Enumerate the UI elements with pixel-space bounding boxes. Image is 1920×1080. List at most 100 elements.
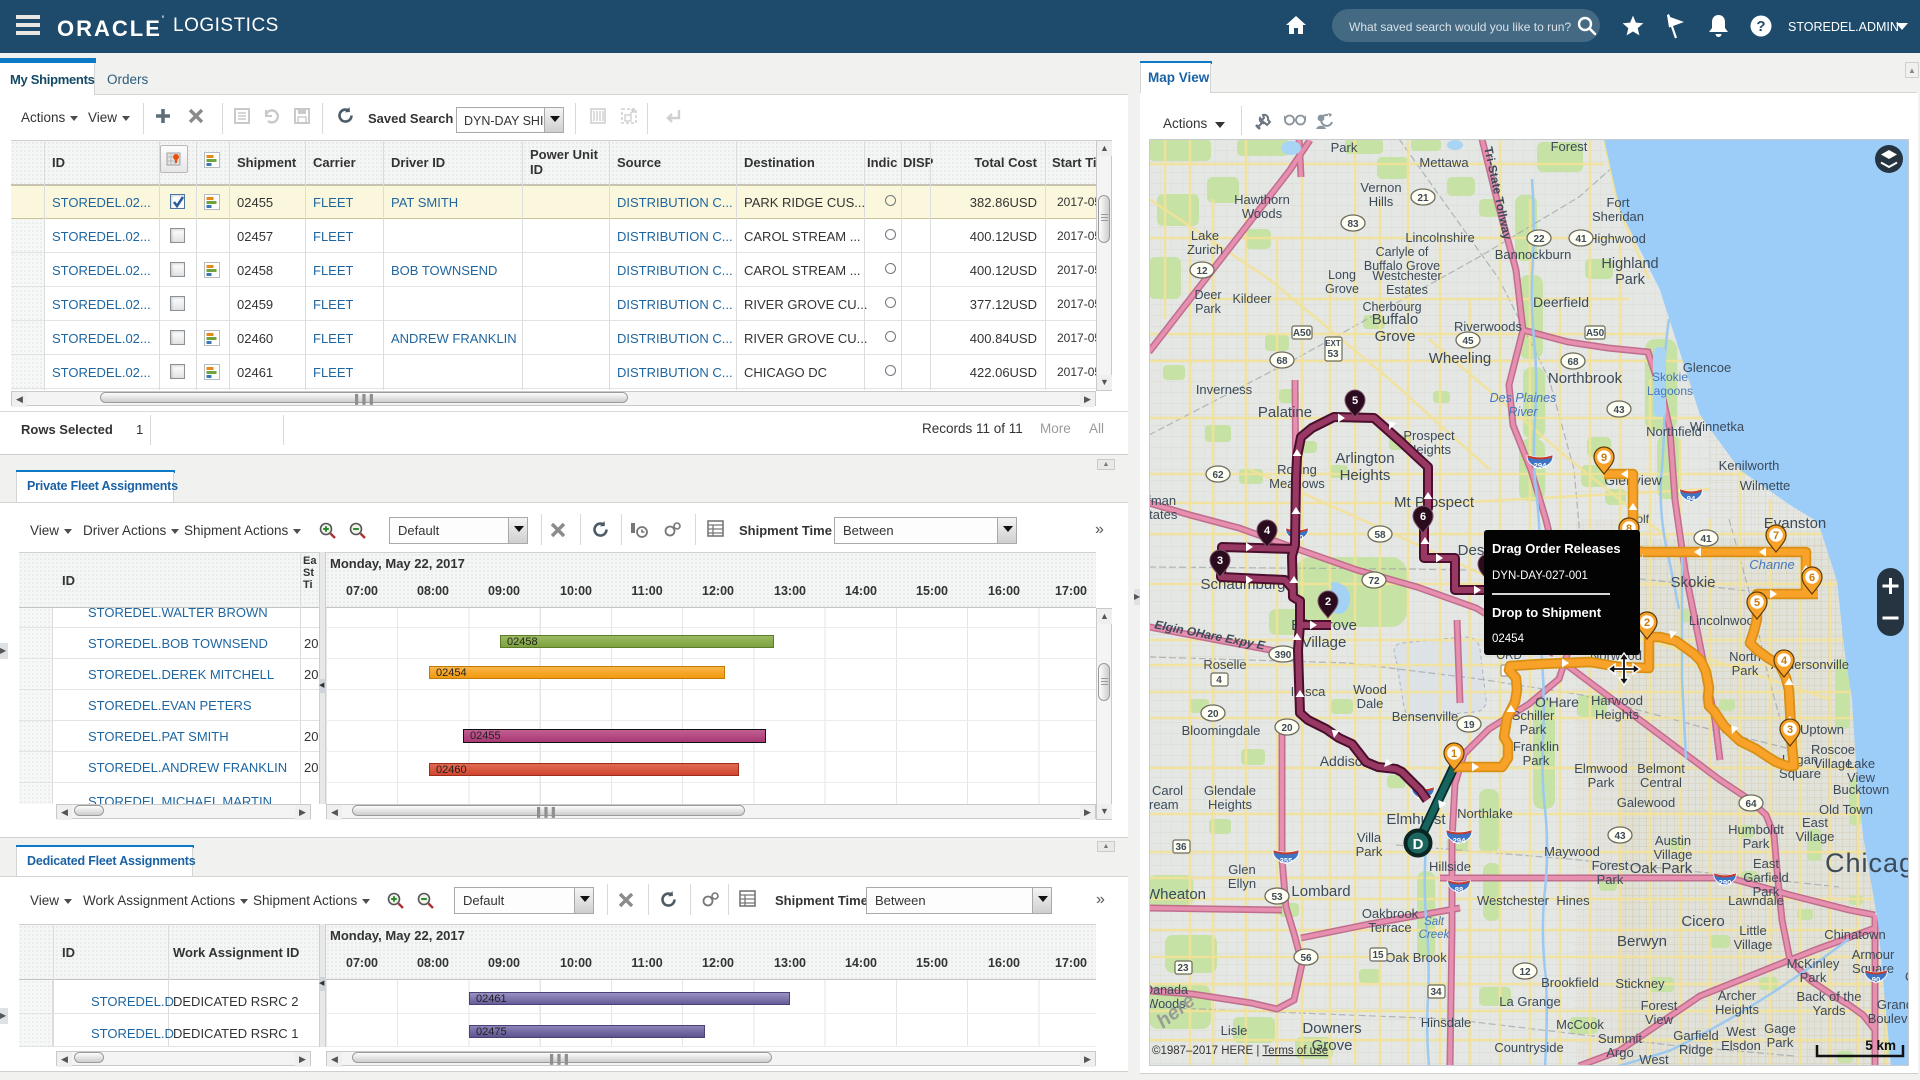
svg-text:Schiller: Schiller [1512,708,1555,723]
svg-text:68: 68 [1567,357,1579,368]
svg-text:Village: Village [1302,634,1347,651]
svg-text:64: 64 [1745,799,1757,810]
svg-text:Dale: Dale [1357,696,1384,711]
svg-text:ream: ream [1149,797,1179,812]
svg-text:Hillside: Hillside [1429,859,1471,874]
svg-text:Ellyn: Ellyn [1228,876,1256,891]
svg-text:East: East [1753,856,1779,871]
svg-text:Woods: Woods [1242,206,1283,221]
svg-text:West: West [1639,1052,1669,1066]
svg-text:Highwood: Highwood [1588,231,1646,246]
svg-text:Northbrook: Northbrook [1548,370,1623,387]
svg-text:Glendale: Glendale [1204,783,1256,798]
svg-text:53: 53 [1271,892,1283,903]
svg-text:Grove: Grove [1325,282,1359,296]
svg-text:Heights: Heights [1595,707,1640,722]
svg-text:Elsdon: Elsdon [1721,1038,1761,1053]
svg-text:Wood: Wood [1353,682,1387,697]
svg-text:20: 20 [1281,723,1293,734]
svg-text:Lagoons: Lagoons [1647,384,1693,398]
svg-text:Park: Park [1743,836,1770,851]
svg-text:Park: Park [1597,872,1624,887]
svg-text:Cicero: Cicero [1681,913,1724,930]
svg-text:90: 90 [1872,975,1881,984]
svg-text:94: 94 [1687,494,1696,503]
svg-text:5 km: 5 km [1865,1038,1896,1053]
svg-text:Park: Park [1523,753,1550,768]
svg-text:88: 88 [1455,885,1464,894]
svg-text:Carlyle of: Carlyle of [1376,245,1429,259]
svg-text:Village: Village [1796,829,1835,844]
svg-text:Buffalo: Buffalo [1372,311,1418,328]
svg-text:Heights: Heights [1340,467,1391,484]
svg-text:43: 43 [1614,831,1626,842]
svg-text:9: 9 [1601,452,1607,464]
svg-text:Inverness: Inverness [1196,382,1253,397]
svg-text:Bucktown: Bucktown [1833,782,1889,797]
svg-text:?: ? [1756,18,1765,35]
svg-text:Oak Brook: Oak Brook [1385,950,1447,965]
svg-text:3: 3 [1787,724,1793,736]
svg-text:Lake: Lake [1847,756,1875,771]
svg-text:Wheaton: Wheaton [1149,886,1206,903]
svg-text:Garfield: Garfield [1673,1028,1719,1043]
svg-text:Mt Prospect: Mt Prospect [1394,494,1475,511]
svg-text:East: East [1802,815,1828,830]
svg-text:62: 62 [1212,470,1224,481]
svg-text:Glen: Glen [1228,862,1255,877]
svg-text:Highland: Highland [1601,256,1658,272]
svg-text:McKinley: McKinley [1787,956,1840,971]
svg-text:20: 20 [1207,709,1219,720]
svg-text:Bloomingdale: Bloomingdale [1182,723,1261,738]
svg-text:23: 23 [1177,963,1189,974]
svg-text:Hinsdale: Hinsdale [1421,1015,1472,1030]
svg-text:Stickney: Stickney [1615,976,1665,991]
svg-text:Brookfield: Brookfield [1541,975,1599,990]
svg-text:7: 7 [1773,530,1779,542]
svg-text:68: 68 [1276,356,1288,367]
svg-text:Fort: Fort [1606,195,1630,210]
svg-text:Wilmette: Wilmette [1740,478,1791,493]
svg-text:Little: Little [1739,923,1766,938]
svg-text:Park: Park [1520,722,1547,737]
svg-text:Galewood: Galewood [1617,795,1676,810]
svg-text:Archer: Archer [1718,988,1757,1003]
svg-text:72: 72 [1368,576,1380,587]
svg-text:Belmont: Belmont [1637,761,1685,776]
svg-text:294: 294 [1453,836,1466,845]
svg-text:Des Plaines: Des Plaines [1490,391,1557,405]
svg-text:Armour: Armour [1852,947,1895,962]
svg-text:36: 36 [1175,842,1187,853]
svg-text:Central: Central [1640,775,1682,790]
svg-text:Village: Village [1654,847,1693,862]
svg-text:Humboldt: Humboldt [1728,822,1784,837]
svg-text:Village: Village [1734,937,1773,952]
svg-text:Old Town: Old Town [1819,802,1873,817]
svg-text:Back of the: Back of the [1796,989,1861,1004]
svg-text:O'Hare: O'Hare [1535,694,1579,710]
svg-text:Drag Order Releases: Drag Order Releases [1492,541,1621,556]
svg-text:Austin: Austin [1655,833,1691,848]
svg-text:Deer: Deer [1194,288,1221,302]
svg-text:Hines: Hines [1556,893,1590,908]
svg-text:Park: Park [1732,663,1759,678]
svg-text:Forest: Forest [1641,998,1678,1013]
svg-text:355: 355 [1280,856,1293,865]
svg-text:Villa: Villa [1357,830,1382,845]
svg-text:Skokie: Skokie [1652,370,1688,384]
svg-text:Chinatown: Chinatown [1824,927,1885,942]
svg-text:12: 12 [1196,266,1208,277]
svg-text:Wheeling: Wheeling [1429,350,1492,367]
svg-text:View: View [1645,1012,1674,1027]
svg-text:2: 2 [1325,596,1331,608]
svg-text:22: 22 [1533,234,1545,245]
svg-text:Vernon: Vernon [1360,180,1401,195]
svg-text:Arlington: Arlington [1335,450,1394,467]
svg-text:83: 83 [1347,219,1359,230]
svg-text:Northlake: Northlake [1457,806,1513,821]
svg-text:1: 1 [1451,748,1457,760]
svg-text:Garfield: Garfield [1743,870,1789,885]
svg-text:Prospect: Prospect [1403,428,1455,443]
svg-text:Drop to Shipment: Drop to Shipment [1492,605,1602,620]
svg-text:ffman: ffman [1149,493,1176,508]
